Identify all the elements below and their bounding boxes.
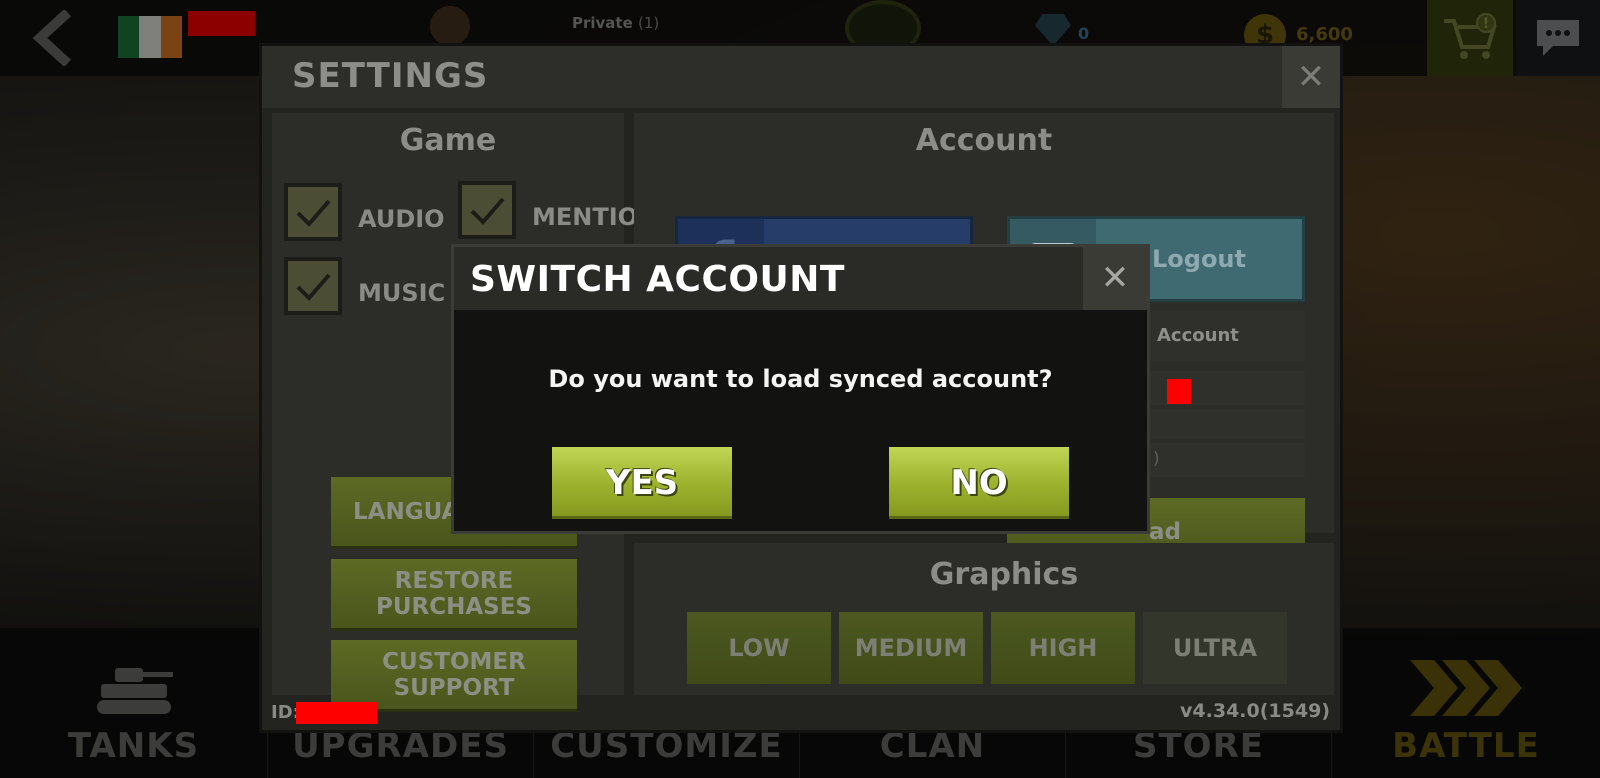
account-panel-title: Account <box>915 123 1053 158</box>
modal-close-button[interactable]: ✕ <box>1083 247 1147 310</box>
close-icon: ✕ <box>1100 258 1130 298</box>
graphics-panel-title: Graphics <box>929 557 1079 592</box>
redacted-player-id <box>296 702 377 724</box>
settings-title: SETTINGS <box>292 56 489 96</box>
checkmark-icon <box>470 197 505 225</box>
settings-close-button[interactable]: ✕ <box>1282 46 1340 108</box>
no-button[interactable]: NO <box>889 447 1069 519</box>
customer-support-label: CUSTOMER SUPPORT <box>382 648 526 701</box>
load-account-label: ad <box>1149 518 1181 545</box>
restore-purchases-label: RESTORE PURCHASES <box>375 567 532 620</box>
redacted-account-name <box>1167 379 1191 404</box>
switch-account-modal: SWITCH ACCOUNT ✕ Do you want to load syn… <box>451 244 1150 534</box>
restore-purchases-button[interactable]: RESTORE PURCHASES <box>331 559 577 631</box>
music-label: MUSIC <box>358 279 446 307</box>
graphics-ultra-button[interactable]: ULTRA <box>1143 612 1287 684</box>
modal-header: SWITCH ACCOUNT ✕ <box>454 247 1147 310</box>
checkmark-icon <box>296 199 331 227</box>
game-panel-title: Game <box>399 123 497 158</box>
graphics-low-button[interactable]: LOW <box>687 612 831 684</box>
audio-label: AUDIO <box>358 205 445 233</box>
graphics-low-label: LOW <box>728 634 790 662</box>
yes-button[interactable]: YES <box>552 447 732 519</box>
no-button-label: NO <box>950 463 1008 503</box>
modal-title: SWITCH ACCOUNT <box>470 259 845 300</box>
version-label: v4.34.0(1549) <box>1180 700 1330 722</box>
graphics-medium-button[interactable]: MEDIUM <box>839 612 983 684</box>
modal-message: Do you want to load synced account? <box>548 365 1053 393</box>
account-level-text: ) <box>1153 449 1160 469</box>
audio-checkbox[interactable] <box>284 183 342 241</box>
switch-account-label: Account <box>1157 325 1239 346</box>
graphics-high-label: HIGH <box>1028 634 1098 662</box>
settings-header: SETTINGS ✕ <box>262 46 1340 108</box>
checkmark-icon <box>296 273 331 301</box>
mention-checkbox[interactable] <box>458 181 516 239</box>
yes-button-label: YES <box>605 463 679 503</box>
graphics-medium-label: MEDIUM <box>854 634 968 662</box>
close-icon: ✕ <box>1296 57 1326 97</box>
music-checkbox[interactable] <box>284 257 342 315</box>
graphics-high-button[interactable]: HIGH <box>991 612 1135 684</box>
graphics-ultra-label: ULTRA <box>1172 634 1258 662</box>
